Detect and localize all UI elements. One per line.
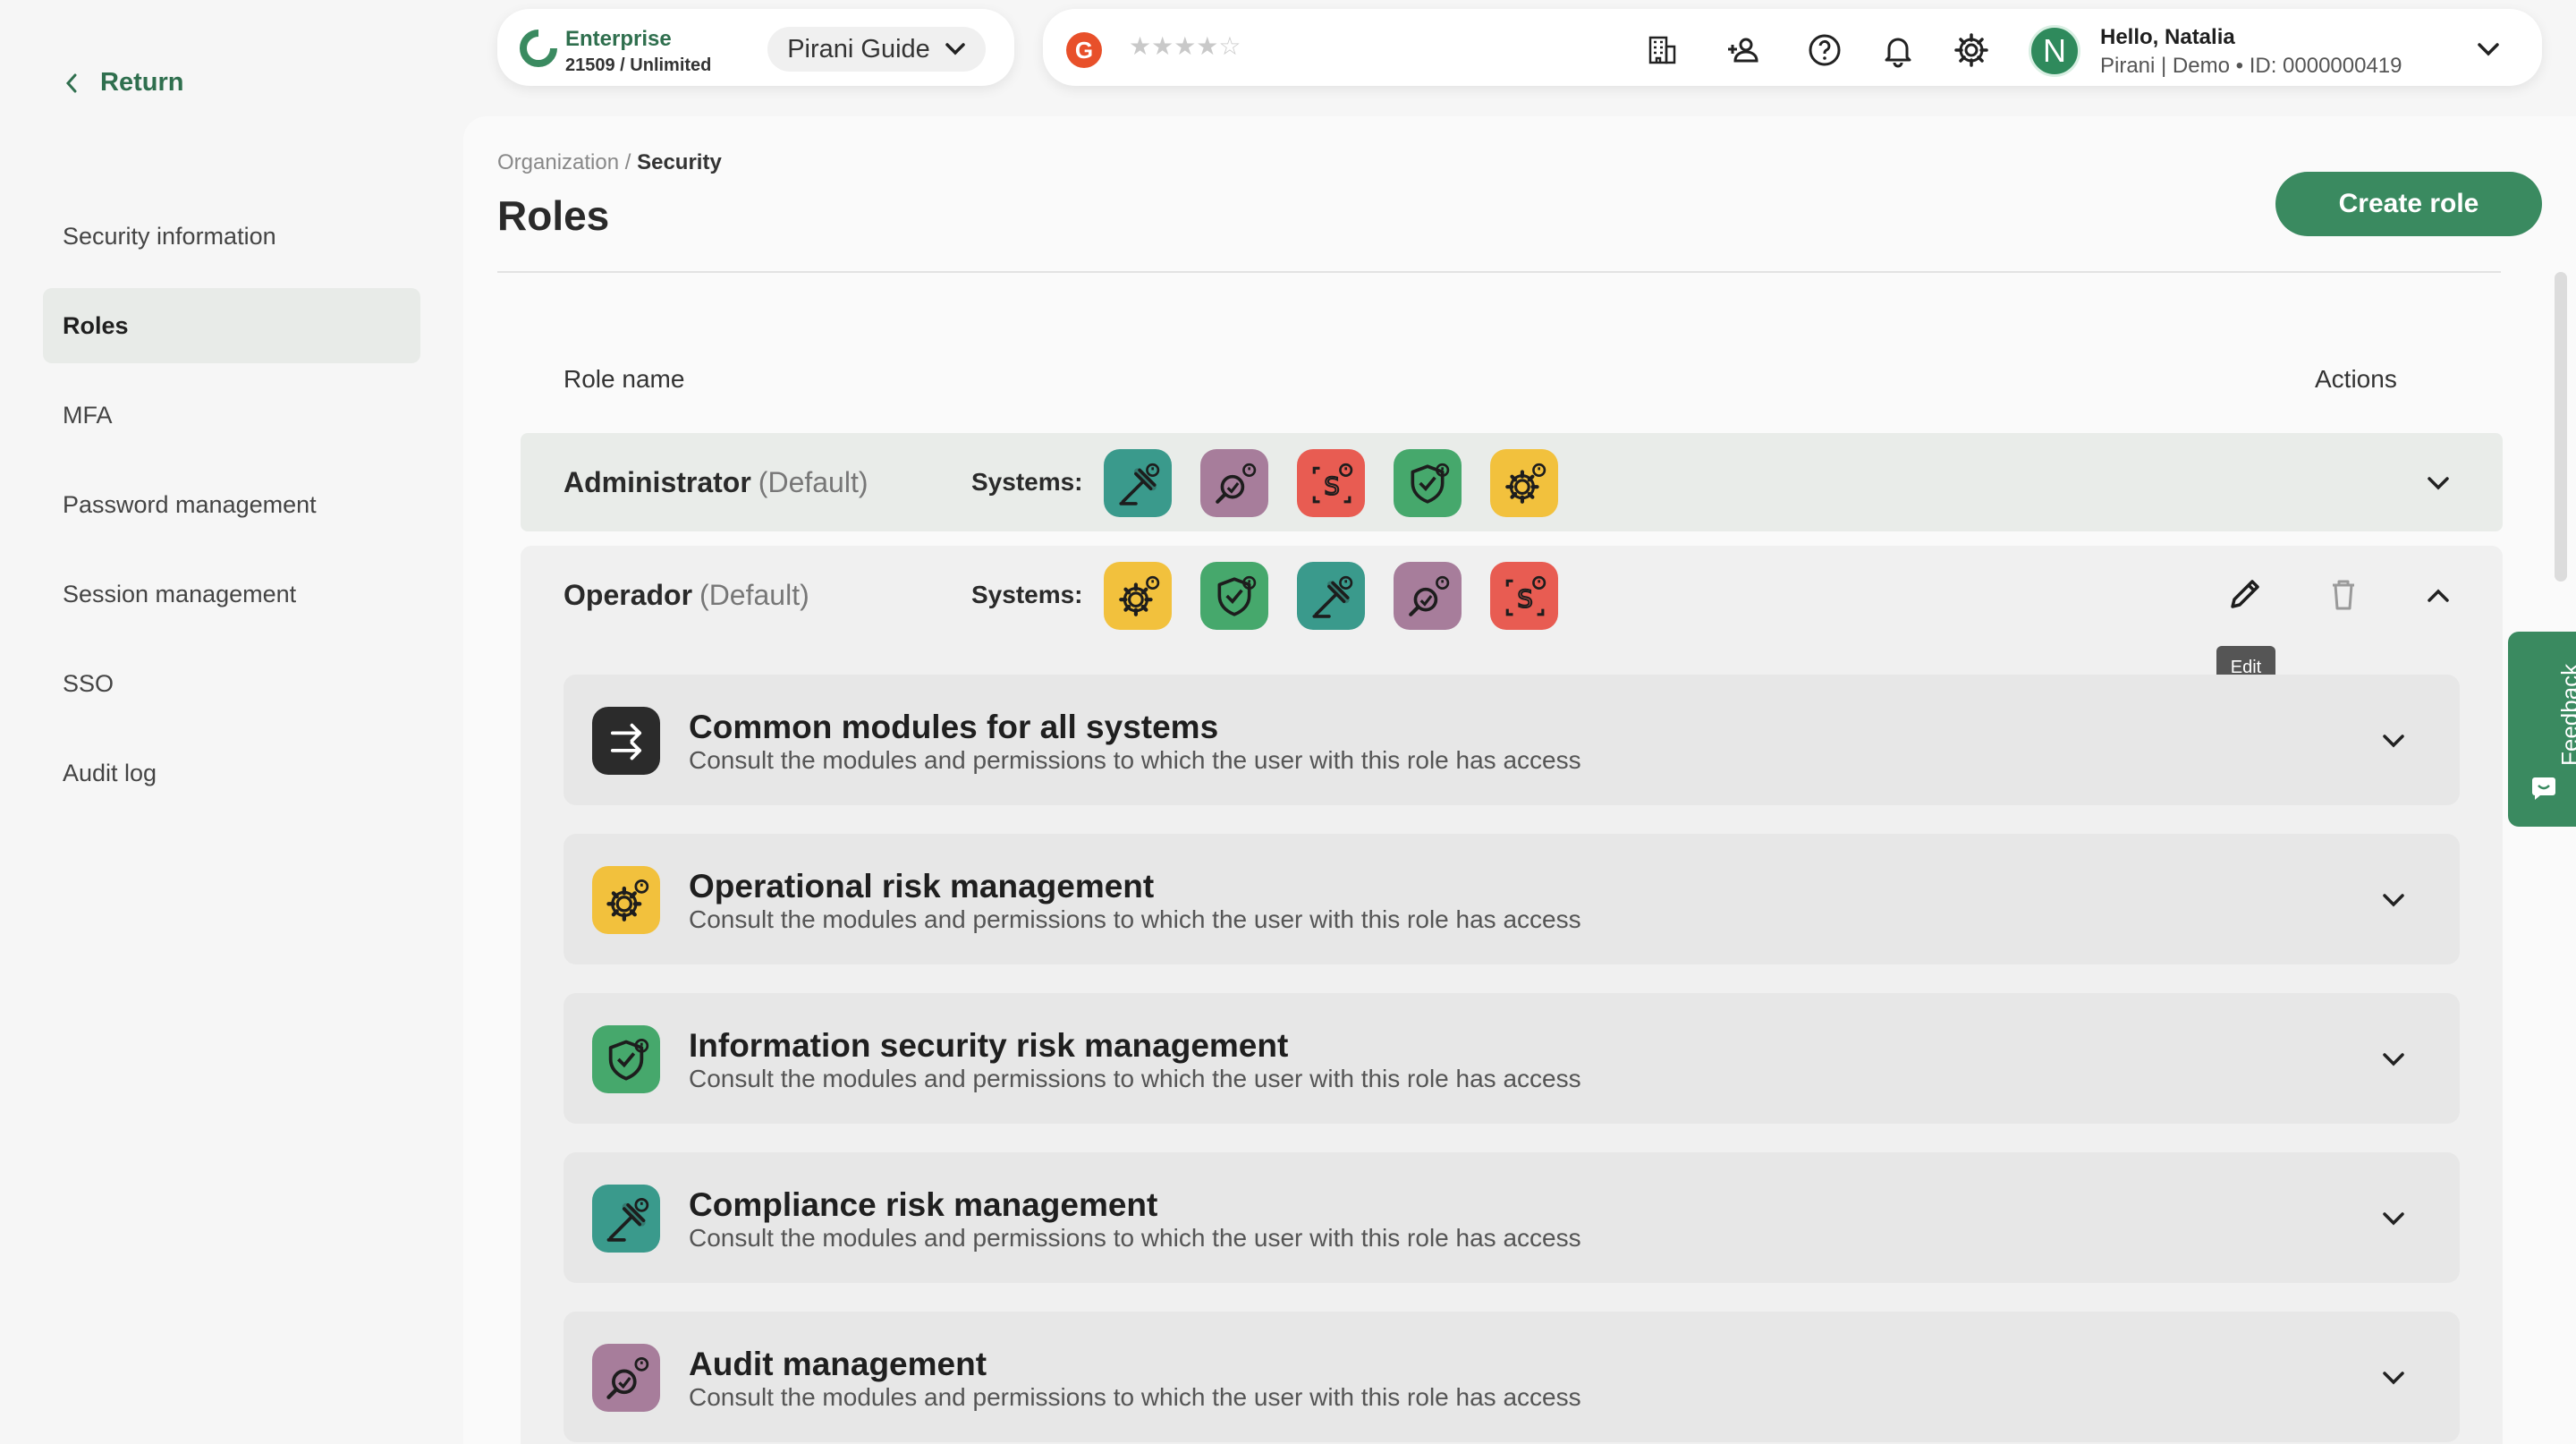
breadcrumb-current: Security (637, 150, 722, 174)
sidebar-item-label: SSO (63, 669, 114, 697)
avatar[interactable]: N (2029, 25, 2080, 77)
module-subtitle: Consult the modules and permissions to w… (689, 1224, 1581, 1252)
module-title: Operational risk management (689, 868, 1155, 905)
feedback-label: Feedback (2556, 663, 2576, 766)
chat-icon (2532, 777, 2555, 800)
add-user-icon[interactable] (1723, 30, 1762, 70)
role-default-tag: (Default) (758, 465, 869, 498)
role-name-text: Operador (564, 578, 693, 611)
g2-logo-icon[interactable]: G (1066, 32, 1102, 68)
compliance-system-icon (1104, 449, 1172, 517)
role-name: Administrator (Default) (564, 433, 869, 531)
chevron-down-icon[interactable] (2472, 36, 2504, 63)
column-header-actions: Actions (2315, 365, 2397, 393)
audit-system-icon (592, 1344, 660, 1412)
role-name: Operador (Default) (564, 546, 809, 644)
audit-system-icon (1200, 449, 1268, 517)
infosec-system-icon (1200, 562, 1268, 630)
top-bar: G ★★★★☆ N Hello, Natalia Pirani | Demo •… (1043, 9, 2542, 86)
arrows-icon (592, 707, 660, 775)
gear-icon[interactable] (1952, 30, 1991, 70)
audit-system-icon (1394, 562, 1462, 630)
infosec-system-icon (1394, 449, 1462, 517)
sidebar-item-session-management[interactable]: Session management (43, 556, 420, 632)
module-common[interactable]: Common modules for all systems Consult t… (564, 675, 2460, 805)
brand-card: Enterprise 21509 / Unlimited Pirani Guid… (497, 9, 1014, 86)
sidebar-item-security-information[interactable]: Security information (43, 199, 420, 274)
sidebar-item-label: Password management (63, 490, 317, 518)
role-default-tag: (Default) (699, 578, 809, 611)
pirani-guide-button[interactable]: Pirani Guide (767, 27, 986, 72)
sidebar-item-mfa[interactable]: MFA (43, 378, 420, 453)
compliance-system-icon (592, 1185, 660, 1253)
create-role-button[interactable]: Create role (2275, 172, 2542, 236)
chevron-left-icon (65, 73, 77, 92)
column-header-role-name: Role name (564, 365, 685, 393)
user-organization: Pirani | Demo • ID: 0000000419 (2100, 54, 2402, 78)
module-audit[interactable]: Audit management Consult the modules and… (564, 1312, 2460, 1442)
sidebar-item-label: Session management (63, 580, 297, 607)
return-label: Return (100, 68, 184, 97)
breadcrumb: Organization / Security (497, 150, 722, 175)
module-subtitle: Consult the modules and permissions to w… (689, 746, 1581, 774)
operational-system-icon (592, 866, 660, 934)
sidebar-item-password-management[interactable]: Password management (43, 467, 420, 542)
module-title: Compliance risk management (689, 1186, 1158, 1223)
pirani-logo-icon (520, 30, 557, 67)
compliance-system-icon (1297, 562, 1365, 630)
sidebar-item-roles[interactable]: Roles (43, 288, 420, 363)
chevron-down-icon[interactable] (2376, 1360, 2411, 1396)
guide-label: Pirani Guide (787, 34, 930, 64)
return-link[interactable]: Return (63, 68, 183, 98)
feedback-tab[interactable]: Feedback (2508, 632, 2576, 827)
plan-name: Enterprise (565, 27, 672, 51)
systems-label: Systems: (971, 581, 1083, 608)
scrollbar[interactable] (2555, 272, 2567, 582)
module-compliance[interactable]: Compliance risk management Consult the m… (564, 1152, 2460, 1283)
sidebar-item-sso[interactable]: SSO (43, 646, 420, 721)
sidebar-item-label: Roles (63, 311, 129, 339)
chevron-down-icon[interactable] (2376, 1201, 2411, 1236)
systems-label: Systems: (971, 468, 1083, 496)
chevron-down-icon[interactable] (2376, 1041, 2411, 1077)
rating-stars: ★★★★☆ (1129, 32, 1241, 60)
sidebar-item-label: MFA (63, 401, 113, 429)
aml-system-icon (1297, 449, 1365, 517)
help-icon[interactable] (1805, 30, 1844, 70)
page-title: Roles (497, 192, 610, 239)
module-subtitle: Consult the modules and permissions to w… (689, 905, 1581, 933)
plan-usage: 21509 / Unlimited (565, 55, 712, 75)
module-subtitle: Consult the modules and permissions to w… (689, 1383, 1581, 1411)
role-row-administrator[interactable]: Administrator (Default) Systems: (521, 433, 2503, 531)
module-operational[interactable]: Operational risk management Consult the … (564, 834, 2460, 964)
module-title: Information security risk management (689, 1027, 1289, 1064)
infosec-system-icon (592, 1025, 660, 1093)
module-title: Common modules for all systems (689, 709, 1219, 745)
sidebar-item-label: Security information (63, 222, 276, 250)
chevron-down-icon (945, 43, 965, 55)
operational-system-icon (1490, 449, 1558, 517)
trash-icon[interactable] (2324, 574, 2363, 614)
role-name-text: Administrator (564, 465, 751, 498)
bell-icon[interactable] (1878, 30, 1918, 70)
chevron-up-icon[interactable] (2420, 578, 2456, 614)
chevron-down-icon[interactable] (2376, 723, 2411, 759)
chevron-down-icon[interactable] (2376, 882, 2411, 918)
sidebar-item-audit-log[interactable]: Audit log (43, 735, 420, 811)
module-infosec[interactable]: Information security risk management Con… (564, 993, 2460, 1124)
building-icon[interactable] (1642, 30, 1682, 70)
role-row-operador[interactable]: Operador (Default) Systems: (521, 546, 2503, 644)
sidebar: Return Security information Roles MFA Pa… (0, 0, 463, 1444)
aml-system-icon (1490, 562, 1558, 630)
breadcrumb-parent[interactable]: Organization / (497, 150, 631, 174)
chevron-down-icon[interactable] (2420, 465, 2456, 501)
edit-icon[interactable] (2225, 574, 2265, 614)
operational-system-icon (1104, 562, 1172, 630)
sidebar-item-label: Audit log (63, 759, 157, 786)
divider (497, 271, 2501, 273)
module-title: Audit management (689, 1346, 987, 1382)
module-subtitle: Consult the modules and permissions to w… (689, 1065, 1581, 1092)
user-greeting: Hello, Natalia (2100, 25, 2235, 49)
